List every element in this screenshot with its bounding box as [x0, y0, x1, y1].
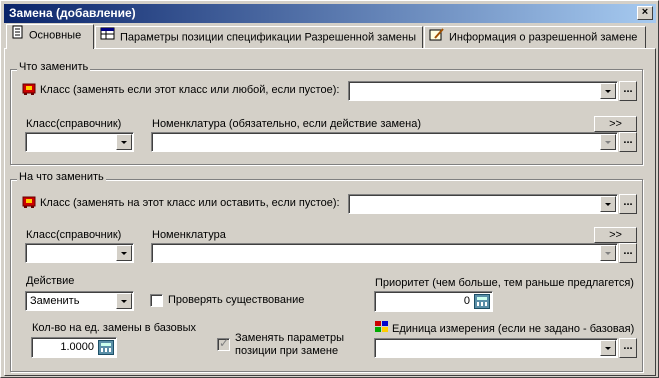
unit-icon	[374, 320, 388, 334]
check-existence-label: Проверять существование	[168, 294, 305, 306]
what-nomenclature-combo[interactable]	[151, 132, 618, 152]
to-more-button[interactable]: >>	[594, 227, 637, 243]
tab-general[interactable]: Основные	[6, 24, 94, 49]
qty-label: Кол-во на ед. замены в базовых	[32, 322, 197, 334]
info-edit-icon	[429, 27, 445, 48]
chevron-down-icon[interactable]	[600, 83, 616, 99]
chevron-down-icon[interactable]	[116, 293, 132, 309]
chevron-down-icon[interactable]	[600, 340, 616, 356]
to-group-label: На что заменить	[17, 171, 106, 183]
tab-spec-params[interactable]: Параметры позиции спецификации Разрешенн…	[95, 26, 423, 48]
tab-replacement-info[interactable]: Информация о разрешенной замене	[424, 26, 646, 48]
what-more-button[interactable]: >>	[594, 116, 637, 132]
close-button[interactable]: ×	[637, 6, 653, 20]
chevron-down-icon[interactable]	[116, 245, 132, 261]
to-class-browse-button[interactable]: ...	[619, 194, 637, 214]
what-class-label: Класс (заменять если этот класс или любо…	[40, 84, 340, 96]
to-ref-class-label: Класс(справочник)	[26, 229, 122, 241]
qty-input[interactable]: 1.0000	[31, 337, 117, 358]
priority-label: Приоритет (чем больше, тем раньше предла…	[375, 277, 634, 289]
what-class-browse-button[interactable]: ...	[619, 81, 637, 101]
to-nomenclature-label: Номенклатура	[152, 229, 226, 241]
calculator-icon[interactable]	[474, 294, 490, 309]
to-class-combo[interactable]	[348, 194, 618, 214]
chevron-down-icon[interactable]	[600, 196, 616, 212]
unit-combo[interactable]	[374, 338, 618, 358]
unit-browse-button[interactable]: ...	[619, 338, 637, 358]
chevron-down-icon[interactable]	[600, 134, 616, 150]
window-title: Замена (добавление)	[9, 6, 136, 20]
tab-general-label: Основные	[29, 29, 82, 42]
tab-spec-params-label: Параметры позиции спецификации Разрешенн…	[120, 31, 416, 44]
replace-params-checkbox[interactable]	[217, 336, 230, 351]
action-value: Заменить	[30, 295, 80, 307]
action-label: Действие	[26, 275, 75, 287]
table-icon	[100, 27, 116, 48]
to-ref-class-combo[interactable]	[25, 243, 134, 263]
general-tab-icon	[11, 25, 25, 46]
qty-value: 1.0000	[60, 341, 94, 353]
what-ref-class-label: Класс(справочник)	[26, 118, 122, 130]
to-class-label: Класс (заменять на этот класс или остави…	[40, 197, 340, 209]
what-class-combo[interactable]	[348, 81, 618, 101]
check-existence-checkbox[interactable]	[150, 294, 163, 307]
tab-replacement-info-label: Информация о разрешенной замене	[449, 31, 638, 44]
unit-label: Единица измерения (если не задано - базо…	[392, 323, 635, 335]
replace-params-label-line2: позиции при замене	[235, 345, 339, 357]
to-nomenclature-browse-button[interactable]: ...	[619, 243, 637, 263]
action-combo[interactable]: Заменить	[25, 291, 134, 311]
what-ref-class-combo[interactable]	[25, 132, 134, 152]
calculator-icon[interactable]	[98, 340, 114, 355]
class-icon	[22, 82, 36, 96]
chevron-down-icon[interactable]	[600, 245, 616, 261]
priority-input[interactable]: 0	[374, 291, 493, 312]
dialog-window: Замена (добавление) × Основные Параметры…	[0, 0, 659, 378]
what-nomenclature-browse-button[interactable]: ...	[619, 132, 637, 152]
priority-value: 0	[463, 295, 470, 307]
what-nomenclature-label: Номенклатура (обязательно, если действие…	[152, 118, 422, 130]
what-group-label: Что заменить	[17, 61, 91, 73]
chevron-down-icon[interactable]	[116, 134, 132, 150]
title-bar[interactable]: Замена (добавление) ×	[4, 4, 656, 23]
replace-params-label: Заменять параметры позиции при замене	[235, 332, 344, 358]
to-nomenclature-combo[interactable]	[151, 243, 618, 263]
class-icon	[22, 195, 36, 209]
replace-params-label-line1: Заменять параметры	[235, 332, 344, 344]
